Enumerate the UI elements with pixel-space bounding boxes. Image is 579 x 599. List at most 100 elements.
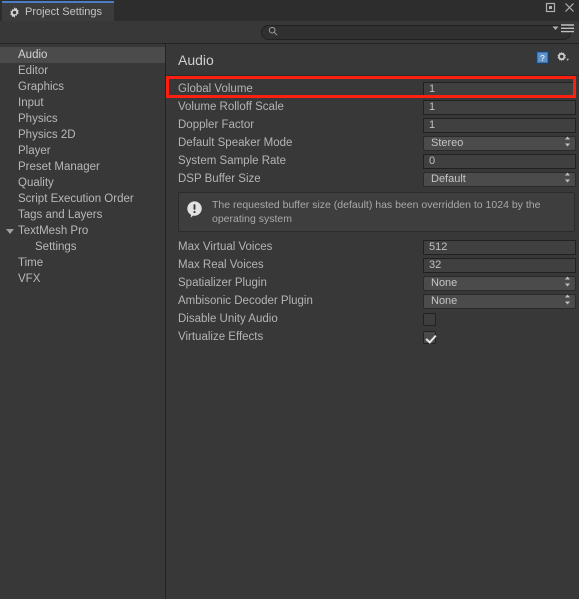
row-max-virtual-voices[interactable]: Max Virtual Voices 512 xyxy=(166,238,579,256)
sidebar-item-textmesh-pro-settings[interactable]: Settings xyxy=(0,239,165,255)
sidebar-item-script-execution-order[interactable]: Script Execution Order xyxy=(0,191,165,207)
panel-header-icons: ? xyxy=(536,50,571,69)
dropdown-value: Default xyxy=(431,173,466,185)
row-label: System Sample Rate xyxy=(178,155,287,167)
row-disable-unity-audio[interactable]: Disable Unity Audio xyxy=(166,310,579,328)
row-system-sample-rate[interactable]: System Sample Rate 0 xyxy=(166,152,579,170)
tab-bar: Project Settings xyxy=(0,0,579,21)
row-label: Doppler Factor xyxy=(178,119,255,131)
default-speaker-mode-dropdown[interactable]: Stereo xyxy=(423,135,576,151)
field-value: 0 xyxy=(429,155,436,167)
settings-category-list[interactable]: Audio Editor Graphics Input Physics Phys… xyxy=(0,44,166,599)
gear-icon xyxy=(9,6,20,18)
search-bar xyxy=(0,21,579,44)
row-volume-rolloff-scale[interactable]: Volume Rolloff Scale 1 xyxy=(166,98,579,116)
sidebar-item-time[interactable]: Time xyxy=(0,255,165,271)
sidebar-item-physics[interactable]: Physics xyxy=(0,111,165,127)
row-global-volume[interactable]: Global Volume 1 xyxy=(166,80,579,98)
sidebar-item-label: VFX xyxy=(18,273,41,285)
row-label: DSP Buffer Size xyxy=(178,173,261,185)
gear-dropdown-icon[interactable] xyxy=(556,51,571,69)
field-value: 1 xyxy=(429,83,436,95)
global-volume-input[interactable]: 1 xyxy=(423,81,576,97)
dsp-buffer-size-dropdown[interactable]: Default xyxy=(423,171,576,187)
sidebar-item-graphics[interactable]: Graphics xyxy=(0,79,165,95)
settings-detail-panel: Audio ? Global Volume 1 Volume Rolloff S… xyxy=(166,44,579,599)
updown-arrows-icon xyxy=(564,136,571,150)
panel-header: Audio ? xyxy=(166,44,579,76)
sidebar-item-label: Settings xyxy=(35,241,77,253)
row-default-speaker-mode[interactable]: Default Speaker Mode Stereo xyxy=(166,134,579,152)
info-box-text: The requested buffer size (default) has … xyxy=(212,199,541,226)
sidebar-item-player[interactable]: Player xyxy=(0,143,165,159)
sidebar-item-label: Input xyxy=(18,97,44,109)
ambisonic-decoder-plugin-dropdown[interactable]: None xyxy=(423,293,576,309)
sidebar-item-label: Audio xyxy=(18,49,48,61)
field-value: 1 xyxy=(429,101,436,113)
close-icon[interactable] xyxy=(564,2,575,13)
max-real-voices-input[interactable]: 32 xyxy=(423,257,576,273)
updown-arrows-icon xyxy=(564,294,571,308)
row-spatializer-plugin[interactable]: Spatializer Plugin None xyxy=(166,274,579,292)
buffer-size-info-box: The requested buffer size (default) has … xyxy=(178,192,575,233)
sidebar-item-editor[interactable]: Editor xyxy=(0,63,165,79)
row-label: Default Speaker Mode xyxy=(178,137,293,149)
row-ambisonic-decoder-plugin[interactable]: Ambisonic Decoder Plugin None xyxy=(166,292,579,310)
row-label: Volume Rolloff Scale xyxy=(178,101,284,113)
row-doppler-factor[interactable]: Doppler Factor 1 xyxy=(166,116,579,134)
window-body: Audio Editor Graphics Input Physics Phys… xyxy=(0,44,579,599)
tab-label: Project Settings xyxy=(25,6,103,18)
row-label: Max Virtual Voices xyxy=(178,241,273,254)
project-settings-window: Project Settings Audio Editor Graphics I… xyxy=(0,0,579,599)
row-label: Disable Unity Audio xyxy=(178,313,278,326)
virtualize-effects-checkbox[interactable] xyxy=(423,330,436,344)
sidebar-item-preset-manager[interactable]: Preset Manager xyxy=(0,159,165,175)
spatializer-plugin-dropdown[interactable]: None xyxy=(423,275,576,291)
sidebar-item-tags-and-layers[interactable]: Tags and Layers xyxy=(0,207,165,223)
sidebar-item-label: Time xyxy=(18,257,44,269)
maximize-icon[interactable] xyxy=(545,2,556,13)
volume-rolloff-scale-input[interactable]: 1 xyxy=(423,99,576,115)
info-exclamation-icon xyxy=(185,200,204,224)
max-virtual-voices-input[interactable]: 512 xyxy=(423,239,576,255)
search-field[interactable] xyxy=(261,23,571,41)
sidebar-item-input[interactable]: Input xyxy=(0,95,165,111)
row-label: Ambisonic Decoder Plugin xyxy=(178,295,313,308)
row-max-real-voices[interactable]: Max Real Voices 32 xyxy=(166,256,579,274)
settings-rows-top: Global Volume 1 Volume Rolloff Scale 1 D… xyxy=(166,76,579,188)
sidebar-item-textmesh-pro[interactable]: TextMesh Pro xyxy=(0,223,165,239)
settings-rows-bottom: Max Virtual Voices 512 Max Real Voices 3… xyxy=(166,238,579,346)
sidebar-item-vfx[interactable]: VFX xyxy=(0,271,165,287)
page-title: Audio xyxy=(178,51,214,68)
row-dsp-buffer-size[interactable]: DSP Buffer Size Default xyxy=(166,170,579,188)
chevron-down-icon[interactable] xyxy=(6,228,14,234)
sidebar-item-physics-2d[interactable]: Physics 2D xyxy=(0,127,165,143)
row-label: Global Volume xyxy=(178,83,253,95)
updown-arrows-icon xyxy=(564,172,571,186)
help-book-icon[interactable]: ? xyxy=(536,50,549,69)
sidebar-item-label: Preset Manager xyxy=(18,161,100,173)
field-value: 1 xyxy=(429,119,436,131)
sidebar-item-audio[interactable]: Audio xyxy=(0,47,165,63)
dropdown-value: Stereo xyxy=(431,137,464,149)
updown-arrows-icon xyxy=(564,276,571,290)
sidebar-item-label: Script Execution Order xyxy=(18,193,134,205)
disable-unity-audio-checkbox[interactable] xyxy=(423,312,436,326)
sidebar-item-label: Quality xyxy=(18,177,54,189)
field-value: 512 xyxy=(429,241,448,254)
tab-project-settings[interactable]: Project Settings xyxy=(2,1,115,21)
sidebar-item-label: TextMesh Pro xyxy=(18,225,89,237)
sidebar-item-label: Graphics xyxy=(18,81,65,93)
panel-menu-icon[interactable] xyxy=(552,24,574,33)
row-virtualize-effects[interactable]: Virtualize Effects xyxy=(166,328,579,346)
dropdown-value: None xyxy=(431,277,458,290)
doppler-factor-input[interactable]: 1 xyxy=(423,117,576,133)
row-label: Virtualize Effects xyxy=(178,331,264,344)
search-icon xyxy=(268,23,278,41)
system-sample-rate-input[interactable]: 0 xyxy=(423,153,576,169)
sidebar-item-quality[interactable]: Quality xyxy=(0,175,165,191)
search-input[interactable] xyxy=(282,26,552,38)
sidebar-item-label: Physics 2D xyxy=(18,129,76,141)
window-controls xyxy=(545,2,575,13)
sidebar-item-label: Physics xyxy=(18,113,58,125)
